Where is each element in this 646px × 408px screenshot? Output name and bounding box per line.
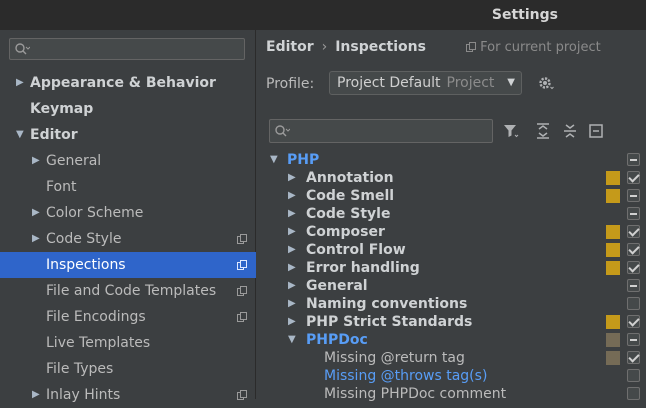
severity-weak-warning-icon — [606, 351, 620, 365]
sidebar-item-file-types[interactable]: File Types — [0, 356, 256, 382]
inspection-item-row[interactable]: Missing PHPDoc comment — [256, 385, 646, 403]
profile-dropdown[interactable]: Project Default Project ▼ — [329, 71, 522, 95]
sidebar-item-editor[interactable]: ▼ Editor — [0, 122, 256, 148]
expand-arrow-icon[interactable]: ▶ — [288, 259, 300, 277]
expand-arrow-icon[interactable]: ▶ — [16, 70, 28, 96]
severity-warning-icon — [606, 243, 620, 257]
inspection-checkbox[interactable] — [627, 333, 640, 346]
severity-warning-icon — [606, 225, 620, 239]
expand-arrow-icon[interactable]: ▶ — [288, 277, 300, 295]
inspection-group-row[interactable]: ▶ Error handling — [256, 259, 646, 277]
inspection-checkbox[interactable] — [627, 189, 640, 202]
expand-arrow-icon[interactable]: ▶ — [32, 382, 44, 408]
settings-sidebar: ▶ Appearance & Behavior Keymap ▼ Editor … — [0, 30, 256, 403]
inspection-checkbox[interactable] — [627, 351, 640, 364]
project-scope-icon — [237, 260, 247, 270]
collapse-arrow-icon[interactable]: ▼ — [288, 331, 300, 349]
collapse-all-icon[interactable] — [561, 122, 579, 140]
inspection-group-php[interactable]: ▼ PHP — [256, 151, 646, 169]
profile-value: Project Default — [337, 75, 441, 91]
breadcrumb-separator: › — [321, 39, 328, 55]
breadcrumb: Editor › Inspections — [266, 39, 426, 55]
sidebar-item-appearance[interactable]: ▶ Appearance & Behavior — [0, 70, 256, 96]
sidebar-item-inlay-hints[interactable]: ▶ Inlay Hints — [0, 382, 256, 408]
settings-search-input[interactable] — [9, 38, 245, 60]
severity-warning-icon — [606, 315, 620, 329]
inspection-group-row[interactable]: ▶ Naming conventions — [256, 295, 646, 313]
inspection-item-row[interactable]: Missing @return tag — [256, 349, 646, 367]
inspection-group-row[interactable]: ▶ PHP Strict Standards — [256, 313, 646, 331]
inspection-group-row[interactable]: ▶ Code Smell — [256, 187, 646, 205]
collapse-arrow-icon[interactable]: ▼ — [16, 122, 28, 148]
project-scope-icon — [237, 234, 247, 244]
expand-arrow-icon[interactable]: ▶ — [288, 313, 300, 331]
inspection-checkbox[interactable] — [627, 387, 640, 400]
sidebar-item-code-style[interactable]: ▶ Code Style — [0, 226, 256, 252]
sidebar-item-general[interactable]: ▶ General — [0, 148, 256, 174]
gear-icon[interactable] — [538, 75, 554, 91]
settings-main-panel: Editor › Inspections For current project P… — [256, 30, 646, 402]
expand-arrow-icon[interactable]: ▶ — [32, 226, 44, 252]
reset-icon[interactable] — [587, 122, 605, 140]
inspection-checkbox[interactable] — [627, 369, 640, 382]
sidebar-item-file-code-templates[interactable]: File and Code Templates — [0, 278, 256, 304]
inspection-checkbox[interactable] — [627, 315, 640, 328]
sidebar-item-color-scheme[interactable]: ▶ Color Scheme — [0, 200, 256, 226]
inspection-group-row[interactable]: ▶ Code Style — [256, 205, 646, 223]
expand-arrow-icon[interactable]: ▶ — [288, 241, 300, 259]
expand-arrow-icon[interactable]: ▶ — [288, 169, 300, 187]
expand-arrow-icon[interactable]: ▶ — [32, 148, 44, 174]
breadcrumb-current: Inspections — [335, 39, 426, 55]
profile-scope: Project — [446, 75, 495, 91]
profile-label: Profile: — [266, 76, 315, 92]
inspection-checkbox[interactable] — [627, 279, 640, 292]
inspection-checkbox[interactable] — [627, 297, 640, 310]
inspection-checkbox[interactable] — [627, 225, 640, 238]
inspection-group-row[interactable]: ▶ General — [256, 277, 646, 295]
filter-icon[interactable] — [502, 122, 520, 140]
inspection-checkbox[interactable] — [627, 207, 640, 220]
inspection-checkbox[interactable] — [627, 153, 640, 166]
inspection-checkbox[interactable] — [627, 261, 640, 274]
expand-arrow-icon[interactable]: ▶ — [288, 223, 300, 241]
severity-warning-icon — [606, 261, 620, 275]
sidebar-item-file-encodings[interactable]: File Encodings — [0, 304, 256, 330]
expand-arrow-icon[interactable]: ▶ — [288, 205, 300, 223]
expand-arrow-icon[interactable]: ▶ — [288, 295, 300, 313]
breadcrumb-parent[interactable]: Editor — [266, 39, 314, 55]
severity-warning-icon — [606, 189, 620, 203]
project-scope-icon — [237, 312, 247, 322]
window-title: Settings — [491, 7, 558, 23]
inspection-group-row[interactable]: ▶ Control Flow — [256, 241, 646, 259]
inspection-search-input[interactable] — [269, 119, 493, 143]
inspection-item-row[interactable]: Missing @throws tag(s) — [256, 367, 646, 385]
expand-arrow-icon[interactable]: ▶ — [288, 187, 300, 205]
sidebar-item-inspections[interactable]: Inspections — [0, 252, 256, 278]
inspection-group-phpdoc[interactable]: ▼ PHPDoc — [256, 331, 646, 349]
collapse-arrow-icon[interactable]: ▼ — [270, 151, 282, 169]
search-icon — [15, 43, 30, 55]
severity-weak-warning-icon — [606, 333, 620, 347]
title-bar: Settings — [0, 0, 646, 30]
expand-all-icon[interactable] — [534, 122, 552, 140]
search-icon — [275, 125, 290, 137]
project-scope-icon — [237, 286, 247, 296]
expand-arrow-icon[interactable]: ▶ — [32, 200, 44, 226]
inspection-checkbox[interactable] — [627, 243, 640, 256]
project-scope-note: For current project — [466, 40, 601, 55]
severity-warning-icon — [606, 171, 620, 185]
sidebar-item-font[interactable]: Font — [0, 174, 256, 200]
inspection-checkbox[interactable] — [627, 171, 640, 184]
sidebar-item-keymap[interactable]: Keymap — [0, 96, 256, 122]
inspection-group-row[interactable]: ▶ Composer — [256, 223, 646, 241]
chevron-down-icon: ▼ — [507, 77, 515, 88]
project-scope-icon — [466, 42, 476, 52]
inspection-group-row[interactable]: ▶ Annotation — [256, 169, 646, 187]
sidebar-item-live-templates[interactable]: Live Templates — [0, 330, 256, 356]
